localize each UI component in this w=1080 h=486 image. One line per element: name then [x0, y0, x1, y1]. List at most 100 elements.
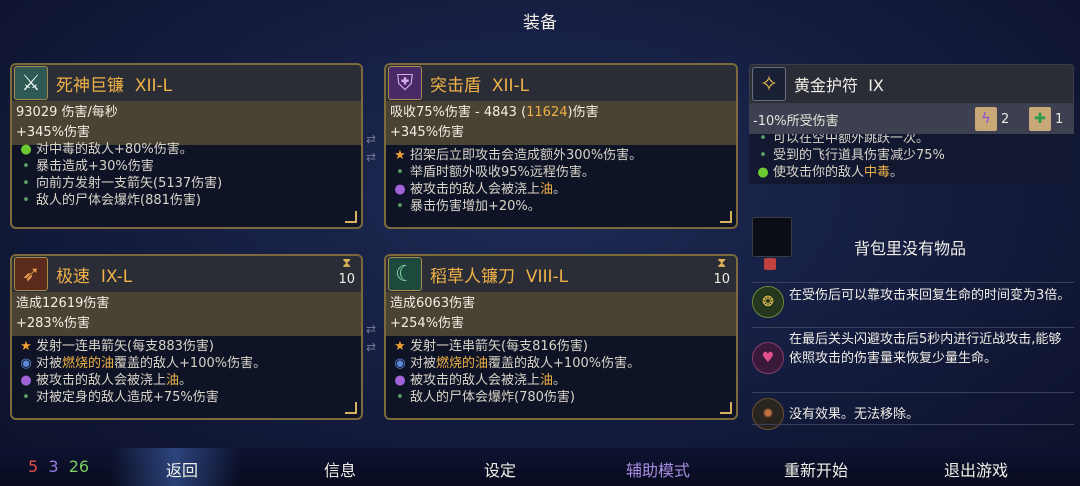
passive-description: 在最后关头闪避攻击后5秒内进行近战攻击,能够依照攻击的伤害量来恢复少量生命。 [789, 332, 1062, 366]
divider [752, 327, 1074, 328]
swap-arrow-icon: ⇄ [366, 322, 377, 336]
poison-bullet-icon: ● [757, 165, 769, 180]
effect-line: • 受到的飞行道具伤害减少75% [757, 147, 1066, 164]
stat-absorb: 吸收75%伤害 - 4843 (11624)伤害 [390, 105, 599, 120]
bullet-icon: • [22, 193, 30, 207]
weapon-card-shield[interactable]: ⛨ 突击盾 XII-L 吸收75%伤害 - 4843 (11624)伤害 +34… [384, 63, 738, 229]
effect-line: • 举盾时额外吸收95%远程伤害。 [394, 164, 728, 181]
settings-button[interactable]: 设定 [460, 457, 540, 481]
speed-icon: ➶ [14, 257, 48, 291]
cooldown-timer: ⧗ 10 [338, 256, 355, 287]
health-scroll-icon: ✚ [1029, 107, 1051, 131]
card-corner-ornament [345, 402, 357, 414]
skill-card-sickle[interactable]: ☾ 稻草人镰刀 VIII-L ⧗ 10 造成6063伤害 +254%伤害 ★ 发射一… [384, 254, 738, 420]
passive-item[interactable]: ✹ 没有效果。无法移除。 [752, 398, 1074, 430]
bag-small-icon [764, 258, 776, 270]
stat-damage-bonus: +254%伤害 [390, 316, 465, 331]
swap-arrow-icon: ⇄ [366, 150, 377, 164]
amulet-icon: ✧ [752, 67, 786, 101]
star-bullet-icon: ★ [394, 148, 406, 163]
effect-line: • 暴击伤害增加+20%。 [394, 198, 728, 213]
amulet-card[interactable]: ✧ 黄金护符 IX -10%所受伤害 ϟ2 ✚ 1 • 可以在空中额外跳跃一次。 •… [749, 64, 1074, 184]
cooldown-timer: ⧗ 10 [713, 256, 730, 287]
item-name: 极速 IX-L [56, 266, 133, 287]
effect-line: • 可以在空中额外跳跃一次。 [757, 134, 1066, 147]
restart-button[interactable]: 重新开始 [766, 457, 866, 481]
effect-line: • 敌人的尸体会爆炸(881伤害) [20, 192, 353, 207]
star-bullet-icon: ★ [20, 339, 32, 354]
bullet-icon: • [22, 390, 30, 404]
hourglass-icon: ⧗ [342, 256, 352, 271]
oil-bullet-icon: ● [394, 182, 406, 197]
assist-mode-button[interactable]: 辅助模式 [608, 457, 708, 481]
regen-icon: ❂ [752, 286, 784, 318]
item-name: 突击盾 XII-L [430, 75, 530, 96]
effect-line: ◉ 对被燃烧的油覆盖的敌人+100%伤害。 [20, 356, 267, 371]
effect-line: ◉ 对被燃烧的油覆盖的敌人+100%伤害。 [394, 356, 641, 371]
bullet-icon: • [22, 176, 30, 191]
fire-oil-bullet-icon: ◉ [394, 356, 406, 371]
passive-description: 没有效果。无法移除。 [789, 406, 920, 422]
effect-line: ★ 发射一连串箭矢(每支883伤害) [20, 339, 214, 354]
stat-damage-bonus: +283%伤害 [16, 316, 91, 331]
divider [752, 392, 1074, 393]
shield-icon: ⛨ [388, 66, 422, 100]
bullet-icon: • [396, 390, 404, 404]
sickle-icon: ☾ [388, 257, 422, 291]
swap-arrow-icon: ⇄ [366, 340, 377, 354]
curse-icon: ✹ [752, 398, 784, 430]
card-corner-ornament [720, 402, 732, 414]
passive-item[interactable]: ♥ 在最后关头闪避攻击后5秒内进行近战攻击,能够依照攻击的伤害量来恢复少量生命。 [752, 330, 1074, 374]
passive-description: 在受伤后可以靠攻击来回复生命的时间变为3倍。 [789, 288, 1071, 303]
passive-item[interactable]: ❂ 在受伤后可以靠攻击来回复生命的时间变为3倍。 [752, 286, 1074, 318]
stat-damage-bonus: +345%伤害 [390, 125, 465, 140]
resource-counts: 5 3 26 [28, 457, 89, 476]
bullet-icon: • [22, 159, 30, 174]
oil-bullet-icon: ● [394, 373, 406, 388]
effect-line: • 暴击造成+30%伤害 [20, 158, 353, 175]
effect-line: ● 使攻击你的敌人中毒。 [757, 165, 904, 180]
effect-line: • 敌人的尸体会爆炸(780伤害) [394, 389, 728, 404]
weapon-card-scythe[interactable]: ⚔ 死神巨镰 XII-L 93029 伤害/每秒 +345%伤害 ● 对中毒的敌人… [10, 63, 363, 229]
bullet-icon: • [396, 199, 404, 213]
count-purple: 3 [48, 457, 59, 476]
fire-oil-bullet-icon: ◉ [20, 356, 32, 371]
amulet-stat: -10%所受伤害 [753, 113, 839, 129]
melee-heal-icon: ♥ [752, 342, 784, 374]
poison-bullet-icon: ● [20, 142, 32, 157]
quit-game-button[interactable]: 退出游戏 [926, 457, 1026, 481]
bullet-icon: • [759, 148, 767, 163]
effect-line: ● 被攻击的敌人会被浇上油。 [394, 373, 567, 388]
scroll-count-power: ϟ2 [975, 107, 1009, 131]
count-green: 26 [68, 457, 90, 476]
item-name: 稻草人镰刀 VIII-L [430, 266, 569, 287]
back-button[interactable]: 返回 [142, 457, 222, 481]
effect-line: ● 被攻击的敌人会被浇上油。 [394, 182, 567, 197]
stat-damage: 造成6063伤害 [390, 296, 476, 311]
stat-dps: 93029 伤害/每秒 [16, 105, 118, 120]
stat-damage: 造成12619伤害 [16, 296, 110, 311]
card-corner-ornament [720, 211, 732, 223]
effect-line: • 对被定身的敌人造成+75%伤害 [20, 389, 353, 404]
star-bullet-icon: ★ [394, 339, 406, 354]
scythe-icon: ⚔ [14, 66, 48, 100]
hourglass-icon: ⧗ [717, 256, 727, 271]
bullet-icon: • [396, 165, 404, 180]
effect-line: ● 被攻击的敌人会被浇上油。 [20, 373, 193, 388]
item-name: 死神巨镰 XII-L [56, 75, 173, 96]
amulet-name: 黄金护符 IX [794, 76, 884, 95]
swap-arrow-icon: ⇄ [366, 132, 377, 146]
power-scroll-icon: ϟ [975, 107, 997, 131]
effect-line: ● 对中毒的敌人+80%伤害。 [20, 142, 193, 157]
info-button[interactable]: 信息 [300, 457, 380, 481]
screen-title: 装备 [523, 13, 557, 33]
divider [752, 424, 1074, 425]
bag-empty-text: 背包里没有物品 [853, 239, 966, 258]
skill-card-speed[interactable]: ➶ 极速 IX-L ⧗ 10 造成12619伤害 +283%伤害 ★ 发射一连串箭矢… [10, 254, 363, 420]
effect-line: • 向前方发射一支箭矢(5137伤害) [20, 175, 353, 192]
bullet-icon: • [759, 134, 767, 146]
effect-line: ★ 招架后立即攻击会造成额外300%伤害。 [394, 148, 643, 163]
card-corner-ornament [345, 211, 357, 223]
effect-line: ★ 发射一连串箭矢(每支816伤害) [394, 339, 588, 354]
scroll-count-health: ✚ 1 [1029, 107, 1063, 131]
